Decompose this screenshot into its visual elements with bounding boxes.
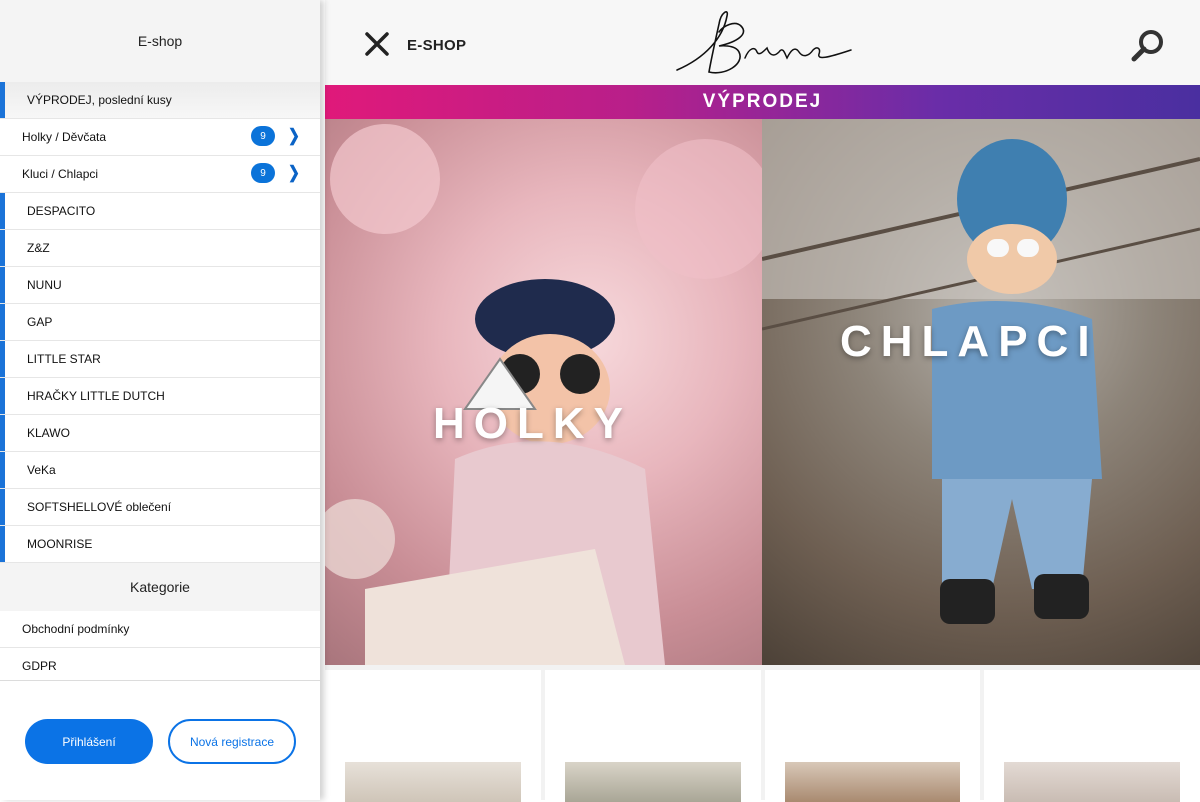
chevron-right-icon[interactable]: ❯	[288, 162, 300, 182]
boys-banner-image	[762, 119, 1200, 624]
sidebar-header: E-shop	[0, 0, 320, 82]
pages-menu: Obchodní podmínky GDPR	[0, 611, 320, 685]
product-card[interactable]	[984, 670, 1200, 802]
sidebar-item-despacito[interactable]: DESPACITO	[0, 193, 320, 230]
sidebar-item-label: LITTLE STAR	[27, 352, 101, 366]
product-card[interactable]	[544, 670, 761, 802]
sidebar-item-vyprodej[interactable]: VÝPRODEJ, poslední kusy	[0, 82, 320, 119]
top-bar: E-SHOP	[325, 0, 1200, 85]
login-button[interactable]: Přihlášení	[25, 719, 153, 764]
eshop-label[interactable]: E-SHOP	[407, 37, 466, 54]
sidebar-item-little-star[interactable]: LITTLE STAR	[0, 341, 320, 378]
boys-banner-title: CHLAPCI	[840, 317, 1099, 366]
sidebar-item-gap[interactable]: GAP	[0, 304, 320, 341]
sidebar-item-obchodni-podminky[interactable]: Obchodní podmínky	[0, 611, 320, 648]
sidebar-item-klawo[interactable]: KLAWO	[0, 415, 320, 452]
close-icon[interactable]	[361, 28, 393, 60]
sidebar-item-label: MOONRISE	[27, 537, 93, 551]
product-card[interactable]	[764, 670, 981, 802]
sidebar-item-label: DESPACITO	[27, 204, 96, 218]
sidebar-item-label: SOFTSHELLOVÉ oblečení	[27, 500, 172, 514]
sidebar-item-label: GDPR	[22, 659, 57, 673]
sidebar-item-label: Kluci / Chlapci	[22, 167, 99, 181]
sidebar-item-holky[interactable]: Holky / Děvčata 9 ❯	[0, 119, 320, 156]
sidebar-item-label: NUNU	[27, 278, 62, 292]
sale-banner[interactable]: VÝPRODEJ	[325, 85, 1200, 119]
sidebar-item-label: Holky / Děvčata	[22, 130, 107, 144]
section-title-kategorie: Kategorie	[0, 563, 320, 611]
sidebar-item-label: HRAČKY LITTLE DUTCH	[27, 389, 165, 403]
main-content: E-SHOP VÝPRODEJ HOLKY CHLAPCI	[325, 0, 1200, 802]
product-card[interactable]	[325, 670, 541, 802]
product-thumbnail[interactable]	[1004, 762, 1180, 802]
brand-logo[interactable]	[675, 8, 855, 78]
sidebar-item-kluci[interactable]: Kluci / Chlapci 9 ❯	[0, 156, 320, 193]
girls-banner[interactable]: HOLKY	[325, 119, 762, 665]
count-badge: 9	[251, 163, 275, 183]
girls-banner-title: HOLKY	[433, 399, 632, 448]
sidebar-item-label: GAP	[27, 315, 53, 329]
boys-banner[interactable]: CHLAPCI	[762, 119, 1200, 665]
sidebar-item-label: KLAWO	[27, 426, 70, 440]
sidebar-item-label: VÝPRODEJ, poslední kusy	[27, 93, 172, 107]
sidebar-item-label: Z&Z	[27, 241, 50, 255]
product-thumbnail[interactable]	[345, 762, 521, 802]
sidebar-menu: VÝPRODEJ, poslední kusy Holky / Děvčata …	[0, 82, 320, 563]
sidebar-item-veka[interactable]: VeKa	[0, 452, 320, 489]
sidebar-item-label: VeKa	[27, 463, 56, 477]
sidebar-item-softshell[interactable]: SOFTSHELLOVÉ oblečení	[0, 489, 320, 526]
sidebar-item-moonrise[interactable]: MOONRISE	[0, 526, 320, 563]
register-button[interactable]: Nová registrace	[168, 719, 296, 764]
product-grid	[325, 665, 1200, 802]
search-icon[interactable]	[1130, 28, 1166, 64]
sidebar-item-zz[interactable]: Z&Z	[0, 230, 320, 267]
sidebar-item-nunu[interactable]: NUNU	[0, 267, 320, 304]
chevron-right-icon[interactable]: ❯	[288, 125, 300, 145]
product-thumbnail[interactable]	[784, 762, 961, 802]
category-banners: HOLKY CHLAPCI	[325, 119, 1200, 665]
sidebar-footer: Přihlášení Nová registrace	[0, 680, 320, 800]
sidebar: E-shop VÝPRODEJ, poslední kusy Holky / D…	[0, 0, 320, 800]
sidebar-item-hracky-little-dutch[interactable]: HRAČKY LITTLE DUTCH	[0, 378, 320, 415]
sidebar-item-label: Obchodní podmínky	[22, 622, 130, 636]
product-thumbnail[interactable]	[564, 762, 741, 802]
count-badge: 9	[251, 126, 275, 146]
girls-banner-image	[325, 124, 762, 665]
